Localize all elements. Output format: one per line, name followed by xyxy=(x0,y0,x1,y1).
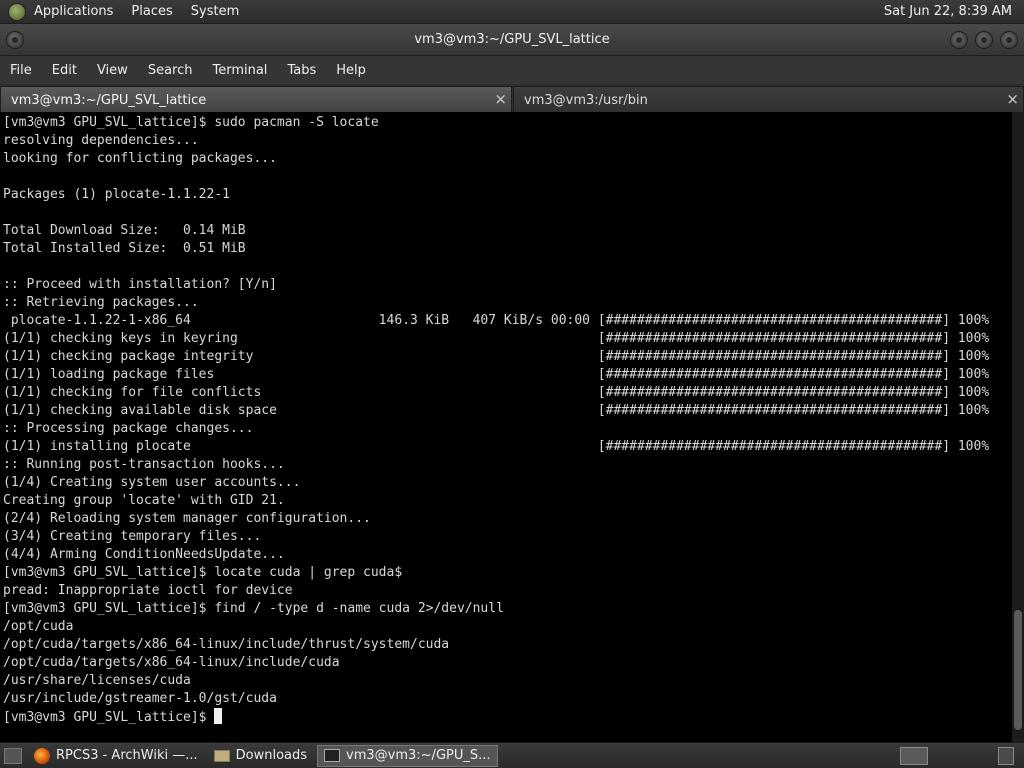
window-titlebar[interactable]: vm3@vm3:~/GPU_SVL_lattice xyxy=(0,24,1024,56)
terminal-line: [vm3@vm3 GPU_SVL_lattice]$ locate cuda |… xyxy=(3,565,403,580)
terminal-line: (2/4) Reloading system manager configura… xyxy=(3,511,371,526)
close-icon[interactable] xyxy=(1000,31,1018,49)
text-cursor xyxy=(214,708,223,724)
terminal-line: (1/1) checking package integrity [######… xyxy=(3,349,990,364)
terminal-line: plocate-1.1.22-1-x86_64 146.3 KiB 407 Ki… xyxy=(3,313,990,328)
terminal-line: [vm3@vm3 GPU_SVL_lattice]$ find / -type … xyxy=(3,601,504,616)
workspace-switcher[interactable] xyxy=(900,747,928,765)
show-desktop-icon[interactable] xyxy=(4,747,22,764)
tab-close-icon[interactable]: × xyxy=(1006,90,1019,108)
menu-view[interactable]: View xyxy=(87,63,138,78)
taskbar-item-downloads[interactable]: Downloads xyxy=(208,745,313,767)
terminal-line: Creating group 'locate' with GID 21. xyxy=(3,493,285,508)
taskbar-label: vm3@vm3:~/GPU_S... xyxy=(346,748,491,763)
menu-file[interactable]: File xyxy=(0,63,42,78)
tab-label: vm3@vm3:/usr/bin xyxy=(524,93,648,108)
applications-menu[interactable]: Applications xyxy=(34,4,113,19)
tab-bar: vm3@vm3:~/GPU_SVL_lattice × vm3@vm3:/usr… xyxy=(0,84,1024,112)
terminal-line: /opt/cuda/targets/x86_64-linux/include/t… xyxy=(3,637,450,652)
terminal-line: :: Proceed with installation? [Y/n] xyxy=(3,277,277,292)
terminal-line: (1/1) checking for file conflicts [#####… xyxy=(3,385,990,400)
terminal-scrollbar[interactable] xyxy=(1012,112,1024,742)
terminal-prompt: [vm3@vm3 GPU_SVL_lattice]$ xyxy=(3,710,215,725)
terminal-line: Total Installed Size: 0.51 MiB xyxy=(3,241,246,256)
terminal-line: /usr/share/licenses/cuda xyxy=(3,673,191,688)
terminal-line: (1/4) Creating system user accounts... xyxy=(3,475,301,490)
tab-close-icon[interactable]: × xyxy=(494,90,507,108)
terminal-line: (4/4) Arming ConditionNeedsUpdate... xyxy=(3,547,285,562)
terminal-line: (1/1) loading package files [###########… xyxy=(3,367,990,382)
terminal-icon xyxy=(324,749,341,762)
terminal-line: :: Processing package changes... xyxy=(3,421,254,436)
taskbar-item-terminal[interactable]: vm3@vm3:~/GPU_S... xyxy=(317,744,498,767)
top-panel: Applications Places System Sat Jun 22, 8… xyxy=(0,0,1024,24)
terminal-line: Packages (1) plocate-1.1.22-1 xyxy=(3,187,230,202)
terminal-line: Total Download Size: 0.14 MiB xyxy=(3,223,246,238)
scrollbar-thumb[interactable] xyxy=(1014,610,1022,730)
terminal-line: :: Running post-transaction hooks... xyxy=(3,457,285,472)
terminal-line: (1/1) installing plocate [##############… xyxy=(3,439,990,454)
menu-search[interactable]: Search xyxy=(138,63,203,78)
taskbar-item-firefox[interactable]: RPCS3 - ArchWiki —... xyxy=(28,745,204,767)
bottom-panel: RPCS3 - ArchWiki —... Downloads vm3@vm3:… xyxy=(0,742,1024,768)
terminal-line: (1/1) checking available disk space [###… xyxy=(3,403,990,418)
terminal-line: looking for conflicting packages... xyxy=(3,151,277,166)
terminal-line: resolving dependencies... xyxy=(3,133,199,148)
tab-gpu-svl-lattice[interactable]: vm3@vm3:~/GPU_SVL_lattice × xyxy=(0,86,512,112)
terminal-line: [vm3@vm3 GPU_SVL_lattice]$ sudo pacman -… xyxy=(3,115,379,130)
menu-tabs[interactable]: Tabs xyxy=(277,63,326,78)
menu-bar: File Edit View Search Terminal Tabs Help xyxy=(0,56,1024,84)
trash-icon[interactable] xyxy=(998,747,1014,765)
tab-usr-bin[interactable]: vm3@vm3:/usr/bin × xyxy=(513,86,1024,112)
firefox-icon xyxy=(34,747,50,764)
clock[interactable]: Sat Jun 22, 8:39 AM xyxy=(884,4,1012,19)
terminal-line: /opt/cuda/targets/x86_64-linux/include/c… xyxy=(3,655,340,670)
terminal-line: :: Retrieving packages... xyxy=(3,295,199,310)
places-menu[interactable]: Places xyxy=(131,4,172,19)
terminal-line: /usr/include/gstreamer-1.0/gst/cuda xyxy=(3,691,277,706)
menu-help[interactable]: Help xyxy=(326,63,376,78)
system-menu[interactable]: System xyxy=(191,4,239,19)
terminal-line: pread: Inappropriate ioctl for device xyxy=(3,583,293,598)
window-title: vm3@vm3:~/GPU_SVL_lattice xyxy=(414,32,610,47)
menu-edit[interactable]: Edit xyxy=(42,63,87,78)
maximize-icon[interactable] xyxy=(975,31,993,49)
tab-label: vm3@vm3:~/GPU_SVL_lattice xyxy=(11,93,207,108)
terminal-line: /opt/cuda xyxy=(3,619,74,634)
taskbar-label: Downloads xyxy=(235,748,308,763)
terminal-line: (3/4) Creating temporary files... xyxy=(3,529,262,544)
distro-logo-icon[interactable] xyxy=(8,2,26,21)
terminal-line: (1/1) checking keys in keyring [########… xyxy=(3,331,990,346)
terminal-output[interactable]: [vm3@vm3 GPU_SVL_lattice]$ sudo pacman -… xyxy=(0,112,1012,742)
taskbar-label: RPCS3 - ArchWiki —... xyxy=(56,748,198,763)
menu-terminal[interactable]: Terminal xyxy=(202,63,277,78)
minimize-icon[interactable] xyxy=(950,31,968,49)
terminal-prompt-line[interactable]: [vm3@vm3 GPU_SVL_lattice]$ xyxy=(3,708,1012,726)
folder-icon xyxy=(213,749,230,762)
